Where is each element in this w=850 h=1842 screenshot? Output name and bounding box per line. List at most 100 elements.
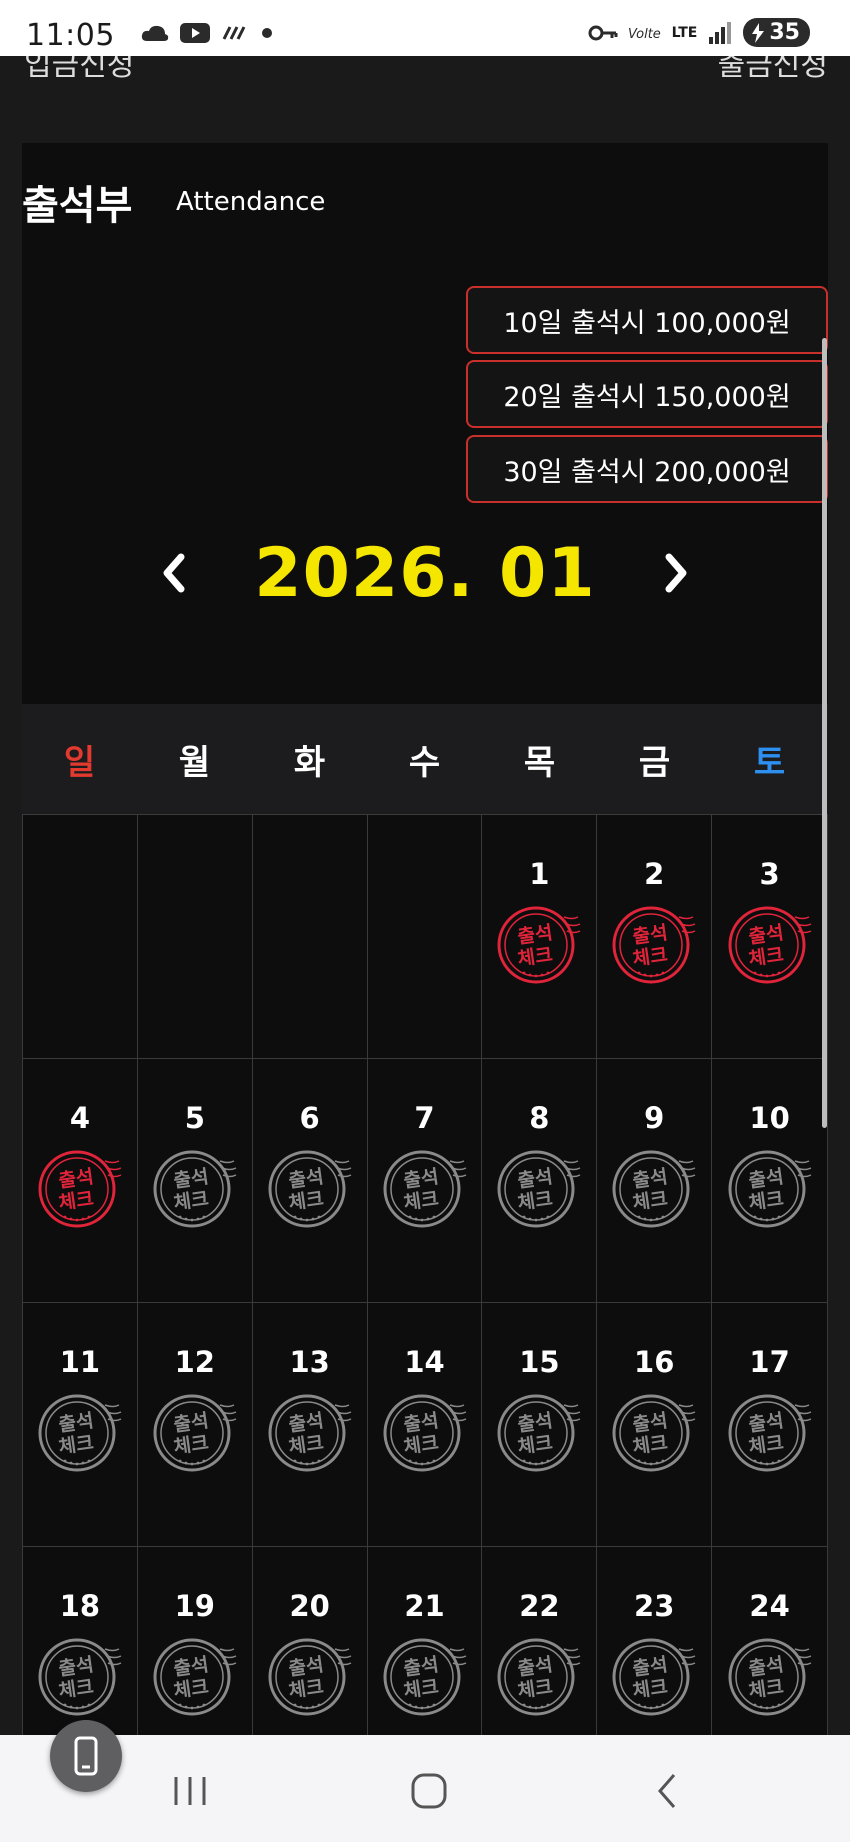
home-icon: [411, 1773, 447, 1809]
attendance-check-stamp-inactive-icon: 출석체크: [268, 1150, 351, 1228]
attendance-check-stamp-active-icon: 출석체크: [497, 906, 581, 984]
reward-badge-10-days: 10일 출석시 100,000원: [466, 286, 828, 354]
stamp-text-line2: 체크: [172, 1432, 210, 1459]
back-icon: [658, 1774, 676, 1808]
attendance-check-stamp-inactive-icon: 출석체크: [383, 1394, 466, 1472]
recent-apps-button[interactable]: [160, 1763, 220, 1819]
day-number: 9: [644, 1101, 665, 1135]
next-month-button[interactable]: [656, 543, 696, 603]
calendar-week-row: 11 출석 체크 12 출석 체크 13 출석 체크 14 출석 체크 15 출석 체크 16 출석 체크 17 출석…: [23, 1303, 829, 1547]
stamp-text-line2: 체크: [517, 1676, 555, 1703]
weekday-sunday: 일: [63, 742, 96, 783]
calendar-day-cell[interactable]: 2 출석 체크: [597, 815, 713, 1059]
reward-badge-20-days: 20일 출석시 150,000원: [466, 360, 828, 428]
stamp-text-line2: 체크: [517, 1432, 555, 1459]
calendar-day-cell[interactable]: 5 출석 체크: [137, 1059, 253, 1303]
key-icon: [588, 25, 618, 40]
floating-phone-button[interactable]: [50, 1720, 122, 1792]
volte-icon: Volte: [628, 27, 661, 42]
stamp-text-line2: 체크: [747, 944, 785, 971]
attendance-check-stamp-inactive-icon: 출석체크: [383, 1150, 466, 1228]
status-time: 11:05: [26, 18, 115, 53]
stamp-text-line2: 체크: [57, 1432, 95, 1459]
calendar-day-cell[interactable]: 3 출석 체크: [712, 815, 829, 1059]
day-number: 18: [59, 1589, 101, 1623]
day-number: 13: [289, 1345, 330, 1379]
calendar-day-cell[interactable]: 13 출석 체크: [252, 1303, 368, 1547]
day-number: 5: [184, 1101, 205, 1135]
stamp-text-line2: 체크: [287, 1676, 325, 1703]
calendar-day-cell[interactable]: 4 출석 체크: [23, 1059, 138, 1303]
calendar-day-cell[interactable]: 15 출석 체크: [482, 1303, 598, 1547]
attendance-check-stamp-inactive-icon: 출석체크: [153, 1394, 237, 1472]
chevron-right-icon: [665, 553, 687, 593]
cloud-icon: [141, 25, 169, 41]
stamp-text-line2: 체크: [402, 1188, 440, 1215]
current-month-label: 2026. 01: [254, 533, 596, 613]
attendance-check-stamp-inactive-icon: 출석체크: [728, 1150, 811, 1228]
stamp-text-line2: 체크: [402, 1432, 440, 1459]
calendar-day-cell[interactable]: 14 출석 체크: [367, 1303, 483, 1547]
calendar-day-cell[interactable]: 8 출석 체크: [482, 1059, 598, 1303]
weekday-monday: 월: [178, 742, 211, 783]
signal-icon: [709, 21, 732, 44]
reward-badge-30-days: 30일 출석시 200,000원: [466, 435, 828, 503]
calendar-day-cell[interactable]: 10 출석 체크: [712, 1059, 829, 1303]
attendance-check-stamp-inactive-icon: 출석체크: [268, 1638, 351, 1716]
attendance-check-stamp-inactive-icon: 출석체크: [383, 1638, 466, 1716]
attendance-check-stamp-inactive-icon: 출석체크: [268, 1394, 351, 1472]
calendar-day-cell[interactable]: 12 출석 체크: [137, 1303, 253, 1547]
day-number: 20: [289, 1589, 330, 1623]
calendar-empty-cell: [367, 815, 483, 1059]
calendar-day-cell[interactable]: 6 출석 체크: [252, 1059, 368, 1303]
home-button[interactable]: [399, 1763, 459, 1819]
svg-text:Volte: Volte: [628, 27, 661, 42]
attendance-check-stamp-active-icon: 출석체크: [38, 1150, 122, 1228]
calendar-day-cell[interactable]: 9 출석 체크: [597, 1059, 713, 1303]
stamp-text-line2: 체크: [402, 1676, 440, 1703]
calendar-day-cell[interactable]: 16 출석 체크: [597, 1303, 713, 1547]
calendar-week-row: 4 출석 체크 5 출석 체크 6 출석 체크 7 출석 체크 8 출석 체크 9 출석 체크 10 출석 체크: [23, 1059, 829, 1303]
stamp-text-line2: 체크: [747, 1676, 785, 1703]
attendance-check-stamp-inactive-icon: 출석체크: [728, 1638, 811, 1716]
day-number: 23: [634, 1589, 675, 1623]
calendar-day-cell[interactable]: 7 출석 체크: [367, 1059, 483, 1303]
top-link-strip: 입금신청 출금신청: [0, 56, 850, 146]
month-navigator: 2026. 01: [22, 523, 828, 623]
network-type: LTE: [671, 24, 698, 41]
day-number: 17: [749, 1345, 790, 1379]
deposit-request-link[interactable]: 입금신청: [24, 56, 134, 84]
stamp-text-line2: 체크: [632, 944, 670, 971]
day-number: 4: [69, 1101, 91, 1135]
back-button[interactable]: [637, 1763, 697, 1819]
stamp-text-line2: 체크: [287, 1432, 325, 1459]
calendar-day-cell[interactable]: 17 출석 체크: [712, 1303, 829, 1547]
weekday-tuesday: 화: [293, 742, 326, 783]
attendance-check-stamp-inactive-icon: 출석체크: [612, 1150, 696, 1228]
calendar-empty-cell: [252, 815, 368, 1059]
weekday-friday: 금: [638, 742, 671, 783]
day-number: 22: [519, 1589, 560, 1623]
attendance-check-stamp-inactive-icon: 출석체크: [497, 1150, 581, 1228]
status-bar: 11:05 Volte LTE 35: [0, 0, 850, 56]
day-number: 16: [634, 1345, 675, 1379]
previous-month-button[interactable]: [154, 543, 194, 603]
recent-apps-icon: [174, 1777, 206, 1805]
scrollbar[interactable]: [822, 338, 827, 1128]
weekday-wednesday: 수: [408, 742, 441, 783]
calendar-week-row: 1 출석 체크 2 출석 체크 3 출석 체크: [23, 815, 829, 1059]
battery-level: 35: [769, 20, 800, 45]
status-system-icons: Volte LTE 35: [588, 18, 810, 47]
stamp-text-line2: 체크: [172, 1676, 210, 1703]
mobile-phone-icon: [74, 1736, 98, 1776]
stamp-text-line2: 체크: [517, 1188, 555, 1215]
day-number: 1: [529, 857, 550, 891]
stamp-text-line2: 체크: [172, 1188, 210, 1215]
charging-bolt-icon: [752, 22, 765, 43]
calendar-day-cell[interactable]: 1 출석 체크: [482, 815, 598, 1059]
withdraw-request-link[interactable]: 출금신청: [718, 56, 828, 84]
page-title: 출석부: [22, 183, 133, 229]
calendar-day-cell[interactable]: 11 출석 체크: [23, 1303, 138, 1547]
day-number: 6: [299, 1101, 320, 1135]
day-number: 12: [174, 1345, 215, 1379]
